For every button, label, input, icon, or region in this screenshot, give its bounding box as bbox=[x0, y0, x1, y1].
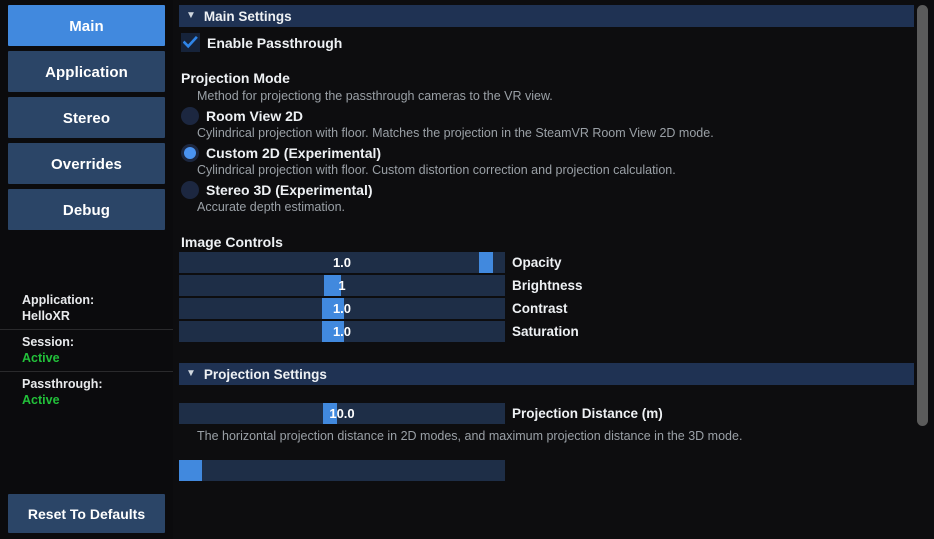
radio-label-custom-2d: Custom 2D (Experimental) bbox=[206, 145, 382, 161]
slider-label-projection-distance: Projection Distance (m) bbox=[512, 406, 663, 421]
radio-row-stereo-3d[interactable]: Stereo 3D (Experimental) bbox=[181, 181, 934, 199]
slider-row-saturation: 1.0 Saturation bbox=[179, 321, 934, 342]
sidebar-item-main[interactable]: Main bbox=[8, 5, 165, 46]
status-label-passthrough: Passthrough: bbox=[22, 377, 103, 391]
slider-contrast[interactable]: 1.0 bbox=[179, 298, 505, 319]
reset-to-defaults-button[interactable]: Reset To Defaults bbox=[8, 494, 165, 533]
radio-description-custom-2d: Cylindrical projection with floor. Custo… bbox=[197, 163, 676, 177]
radio-icon-custom-2d[interactable] bbox=[181, 144, 199, 162]
sidebar-item-debug[interactable]: Debug bbox=[8, 189, 165, 230]
slider-label-brightness: Brightness bbox=[512, 278, 583, 293]
slider-row-projection-distance: 10.0 Projection Distance (m) bbox=[179, 403, 934, 424]
enable-passthrough-row[interactable]: Enable Passthrough bbox=[181, 33, 934, 52]
section-header-projection-settings[interactable]: ▼ Projection Settings bbox=[179, 363, 914, 385]
projection-mode-description: Method for projectiong the passthrough c… bbox=[197, 89, 553, 103]
check-icon bbox=[183, 36, 198, 49]
section-title-main-settings: Main Settings bbox=[203, 8, 292, 24]
radio-description-room-view-2d: Cylindrical projection with floor. Match… bbox=[197, 126, 714, 140]
settings-content: ▼ Main Settings Enable Passthrough Proje… bbox=[179, 0, 934, 481]
slider-projection-distance[interactable]: 10.0 bbox=[179, 403, 505, 424]
slider-value-opacity: 1.0 bbox=[332, 255, 352, 270]
sidebar-item-overrides[interactable]: Overrides bbox=[8, 143, 165, 184]
radio-icon-room-view-2d[interactable] bbox=[181, 107, 199, 125]
status-value-session: Active bbox=[22, 351, 60, 365]
slider-row-opacity: 1.0 Opacity bbox=[179, 252, 934, 273]
radio-icon-stereo-3d[interactable] bbox=[181, 181, 199, 199]
sidebar-item-application[interactable]: Application bbox=[8, 51, 165, 92]
section-header-main-settings[interactable]: ▼ Main Settings bbox=[179, 5, 914, 27]
slider-opacity[interactable]: 1.0 bbox=[179, 252, 505, 273]
slider-label-opacity: Opacity bbox=[512, 255, 562, 270]
main-panel: ▼ Main Settings Enable Passthrough Proje… bbox=[173, 0, 934, 539]
image-controls-title: Image Controls bbox=[181, 234, 283, 250]
slider-label-saturation: Saturation bbox=[512, 324, 579, 339]
scrollbar-thumb[interactable] bbox=[917, 5, 928, 426]
chevron-down-icon-projection: ▼ bbox=[186, 368, 196, 379]
slider-brightness[interactable]: 1 bbox=[179, 275, 505, 296]
sidebar-item-stereo[interactable]: Stereo bbox=[8, 97, 165, 138]
status-row-application: Application: HelloXR bbox=[0, 288, 173, 329]
slider-next-partial[interactable] bbox=[179, 460, 505, 481]
slider-value-projection-distance: 10.0 bbox=[329, 406, 355, 421]
radio-row-custom-2d[interactable]: Custom 2D (Experimental) bbox=[181, 144, 934, 162]
slider-value-saturation: 1.0 bbox=[332, 324, 352, 339]
status-row-session: Session: Active bbox=[0, 329, 173, 371]
scrollbar-vertical[interactable] bbox=[917, 4, 928, 535]
checkbox-enable-passthrough[interactable] bbox=[181, 33, 200, 52]
slider-row-brightness: 1 Brightness bbox=[179, 275, 934, 296]
slider-value-brightness: 1 bbox=[338, 278, 346, 293]
radio-label-room-view-2d: Room View 2D bbox=[206, 108, 303, 124]
slider-row-next-partial bbox=[179, 460, 934, 481]
passthrough-settings-window: Main Application Stereo Overrides Debug … bbox=[0, 0, 934, 539]
status-block: Application: HelloXR Session: Active Pas… bbox=[0, 288, 173, 413]
projection-distance-description: The horizontal projection distance in 2D… bbox=[197, 429, 743, 443]
projection-mode-title: Projection Mode bbox=[181, 70, 290, 86]
chevron-down-icon: ▼ bbox=[186, 10, 196, 21]
enable-passthrough-label: Enable Passthrough bbox=[207, 34, 343, 51]
status-value-passthrough: Active bbox=[22, 393, 60, 407]
status-value-application: HelloXR bbox=[22, 309, 70, 323]
slider-label-contrast: Contrast bbox=[512, 301, 568, 316]
slider-value-next-partial bbox=[179, 460, 505, 481]
slider-saturation[interactable]: 1.0 bbox=[179, 321, 505, 342]
status-row-passthrough: Passthrough: Active bbox=[0, 371, 173, 413]
status-label-application: Application: bbox=[22, 293, 95, 307]
sidebar: Main Application Stereo Overrides Debug … bbox=[0, 0, 173, 539]
radio-description-stereo-3d: Accurate depth estimation. bbox=[197, 200, 345, 214]
radio-label-stereo-3d: Stereo 3D (Experimental) bbox=[206, 182, 373, 198]
radio-row-room-view-2d[interactable]: Room View 2D bbox=[181, 107, 934, 125]
status-label-session: Session: bbox=[22, 335, 75, 349]
slider-value-contrast: 1.0 bbox=[332, 301, 352, 316]
slider-row-contrast: 1.0 Contrast bbox=[179, 298, 934, 319]
section-title-projection-settings: Projection Settings bbox=[203, 366, 327, 382]
